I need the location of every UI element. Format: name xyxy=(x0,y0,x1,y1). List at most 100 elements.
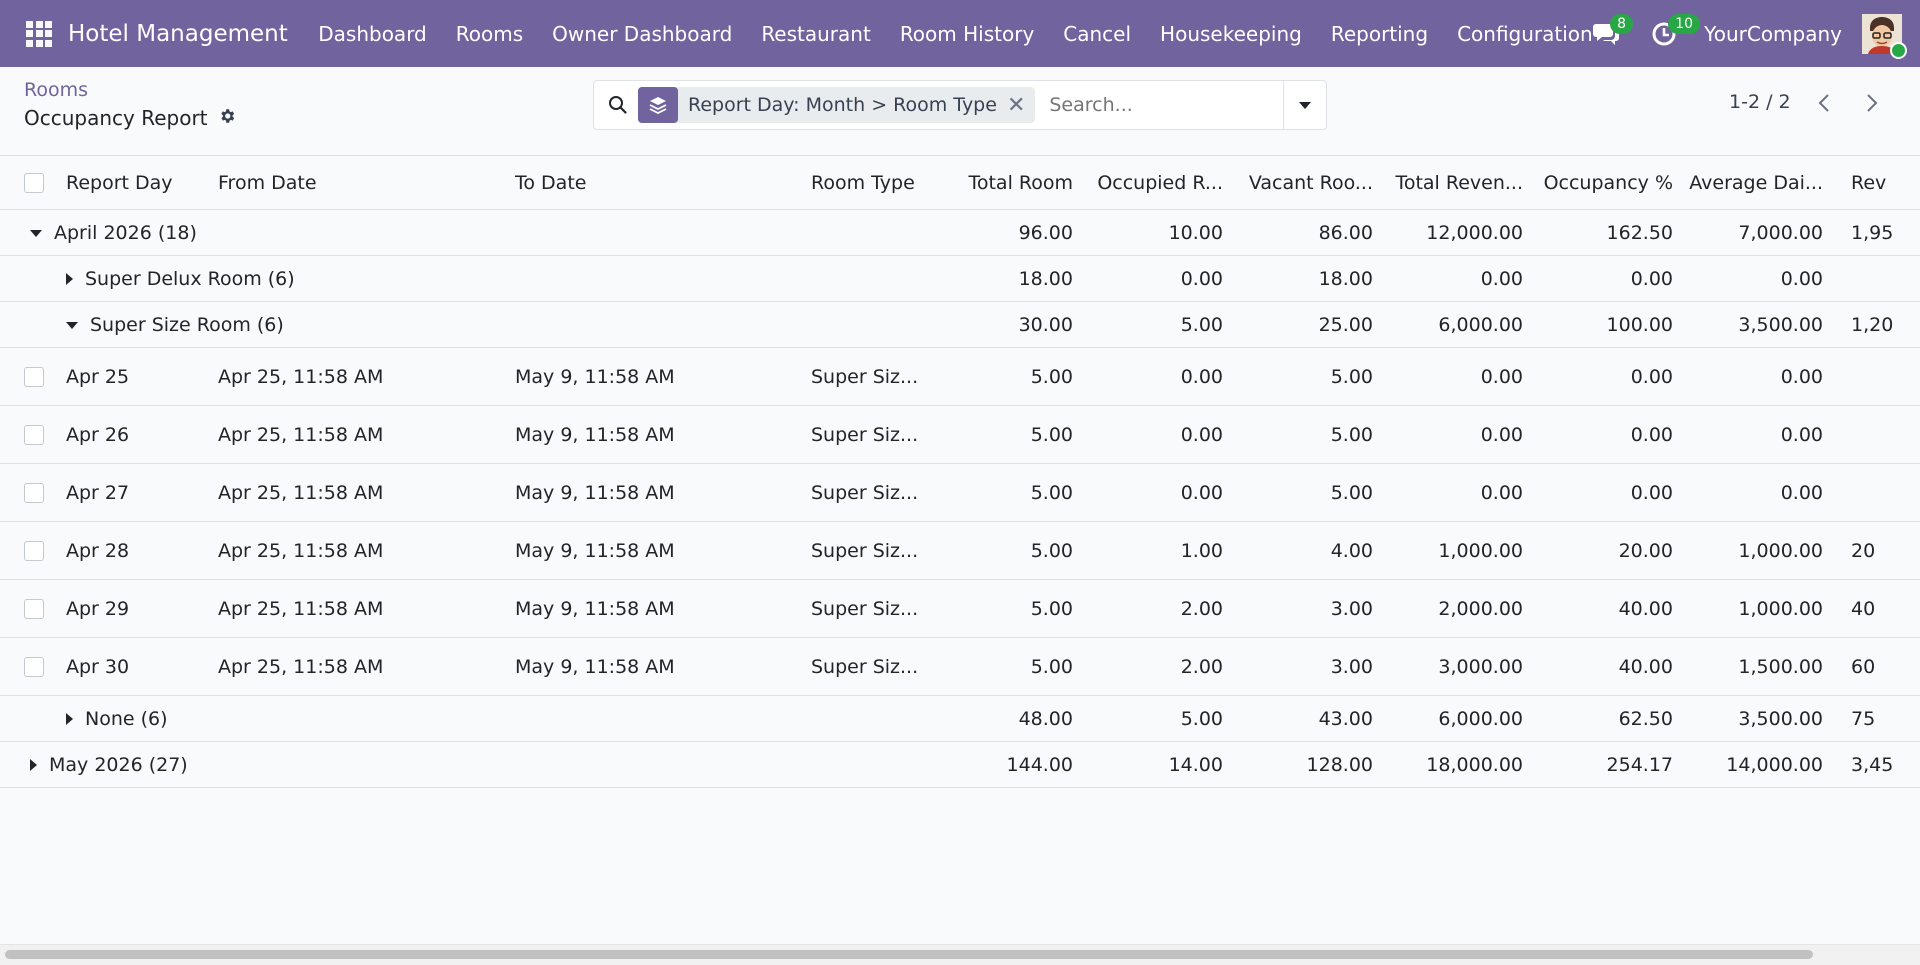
table-cell: 40.00 xyxy=(1537,637,1687,696)
group-row[interactable]: May 2026 (27) 144.00 14.00 128.00 18,000.00 2… xyxy=(0,741,1920,788)
column-header-occupied-rooms[interactable]: Occupied R... xyxy=(1087,156,1237,210)
page-title: Occupancy Report xyxy=(24,106,236,130)
table-cell: 1.00 xyxy=(1087,521,1237,580)
search-options-toggle[interactable] xyxy=(1283,81,1326,129)
table-cell: Apr 25, 11:58 AM xyxy=(218,637,515,696)
activities-icon[interactable]: 10 xyxy=(1646,13,1700,52)
table-cell xyxy=(1837,405,1920,464)
group-aggregate-cell: 18.00 xyxy=(963,255,1087,302)
caret-down-icon[interactable] xyxy=(66,321,78,329)
row-checkbox[interactable] xyxy=(24,657,44,677)
group-aggregate-cell: 18.00 xyxy=(1237,255,1387,302)
menu-housekeeping[interactable]: Housekeeping xyxy=(1146,22,1317,46)
table-cell: 0.00 xyxy=(1087,405,1237,464)
table-cell: Super Siz... xyxy=(811,637,963,696)
search-input[interactable] xyxy=(1047,93,1272,117)
row-checkbox[interactable] xyxy=(24,541,44,561)
column-header-average-daily-rate[interactable]: Average Dai... xyxy=(1687,156,1837,210)
group-aggregate-cell: 3,45 xyxy=(1837,741,1920,788)
table-cell: 5.00 xyxy=(1237,463,1387,522)
group-label: Super Size Room (6) xyxy=(90,313,284,336)
activities-badge: 10 xyxy=(1668,13,1700,34)
row-checkbox[interactable] xyxy=(24,599,44,619)
table-cell: 5.00 xyxy=(1237,405,1387,464)
chevron-right-icon[interactable] xyxy=(1858,89,1886,117)
table-cell: 1,500.00 xyxy=(1687,637,1837,696)
column-header-total-revenue[interactable]: Total Reven... xyxy=(1387,156,1537,210)
column-header-from-date[interactable]: From Date xyxy=(218,156,515,210)
horizontal-scrollbar[interactable] xyxy=(0,944,1920,965)
chevron-left-icon[interactable] xyxy=(1810,89,1838,117)
group-aggregate-cell: 1,20 xyxy=(1837,301,1920,348)
table-row[interactable]: Apr 29 Apr 25, 11:58 AM May 9, 11:58 AM Sup… xyxy=(0,579,1920,638)
gear-icon[interactable] xyxy=(218,106,236,130)
group-aggregate-cell: 96.00 xyxy=(963,209,1087,256)
app-title[interactable]: Hotel Management xyxy=(68,21,288,47)
user-avatar[interactable] xyxy=(1862,13,1907,59)
pager-value[interactable]: 1-2 / 2 xyxy=(1729,91,1791,113)
group-row[interactable]: Super Delux Room (6) 18.00 0.00 18.00 0.00 0.… xyxy=(0,255,1920,302)
column-header-room-type[interactable]: Room Type xyxy=(811,156,963,210)
messages-icon[interactable]: 8 xyxy=(1588,13,1634,52)
group-aggregate-cell: 25.00 xyxy=(1237,301,1387,348)
list-view: Report Day From Date To Date Room Type T… xyxy=(0,156,1920,788)
column-header-vacant-rooms[interactable]: Vacant Roo... xyxy=(1237,156,1387,210)
menu-dashboard[interactable]: Dashboard xyxy=(304,22,442,46)
column-header-to-date[interactable]: To Date xyxy=(515,156,811,210)
group-by-facet[interactable]: Report Day: Month > Room Type ✕ xyxy=(638,87,1036,123)
group-aggregate-cell: 86.00 xyxy=(1237,209,1387,256)
scrollbar-thumb[interactable] xyxy=(5,950,1813,959)
row-checkbox[interactable] xyxy=(24,483,44,503)
table-cell: 1,000.00 xyxy=(1687,521,1837,580)
table-cell: 0.00 xyxy=(1537,347,1687,406)
menu-cancel[interactable]: Cancel xyxy=(1049,22,1146,46)
group-row[interactable]: April 2026 (18) 96.00 10.00 86.00 12,000.00 1… xyxy=(0,209,1920,256)
menu-restaurant[interactable]: Restaurant xyxy=(747,22,886,46)
table-cell: Apr 29 xyxy=(66,579,218,638)
menu-rooms[interactable]: Rooms xyxy=(441,22,537,46)
table-cell: Super Siz... xyxy=(811,347,963,406)
table-cell: 20.00 xyxy=(1537,521,1687,580)
breadcrumb[interactable]: Rooms xyxy=(24,79,88,101)
caret-down-icon[interactable] xyxy=(30,229,42,237)
group-aggregate-cell: 10.00 xyxy=(1087,209,1237,256)
table-header-row: Report Day From Date To Date Room Type T… xyxy=(0,156,1920,210)
group-aggregate-cell: 43.00 xyxy=(1237,695,1387,742)
table-row[interactable]: Apr 27 Apr 25, 11:58 AM May 9, 11:58 AM Sup… xyxy=(0,463,1920,522)
caret-right-icon[interactable] xyxy=(66,713,73,725)
group-aggregate-cell: 0.00 xyxy=(1387,255,1537,302)
row-checkbox[interactable] xyxy=(24,367,44,387)
table-cell xyxy=(1837,347,1920,406)
search-icon[interactable] xyxy=(608,95,628,115)
table-row[interactable]: Apr 26 Apr 25, 11:58 AM May 9, 11:58 AM Sup… xyxy=(0,405,1920,464)
menu-owner-dashboard[interactable]: Owner Dashboard xyxy=(538,22,747,46)
apps-menu-icon[interactable] xyxy=(26,20,52,47)
group-aggregate-cell: 30.00 xyxy=(963,301,1087,348)
table-row[interactable]: Apr 30 Apr 25, 11:58 AM May 9, 11:58 AM Sup… xyxy=(0,637,1920,696)
row-select-cell xyxy=(0,463,66,522)
group-label-cell: April 2026 (18) xyxy=(0,209,963,256)
row-checkbox[interactable] xyxy=(24,425,44,445)
table-cell: 4.00 xyxy=(1237,521,1387,580)
group-aggregate-cell: 5.00 xyxy=(1087,695,1237,742)
group-row[interactable]: None (6) 48.00 5.00 43.00 6,000.00 62.50 3,500… xyxy=(0,695,1920,742)
column-header-occupancy[interactable]: Occupancy % xyxy=(1537,156,1687,210)
caret-right-icon[interactable] xyxy=(30,759,37,771)
select-all-checkbox[interactable] xyxy=(24,173,44,193)
company-switcher[interactable]: YourCompany xyxy=(1704,22,1842,46)
close-icon[interactable]: ✕ xyxy=(1007,93,1035,118)
group-aggregate-cell: 7,000.00 xyxy=(1687,209,1837,256)
group-row[interactable]: Super Size Room (6) 30.00 5.00 25.00 6,000.0… xyxy=(0,301,1920,348)
table-row[interactable]: Apr 25 Apr 25, 11:58 AM May 9, 11:58 AM Sup… xyxy=(0,347,1920,406)
menu-configuration[interactable]: Configuration xyxy=(1443,22,1608,46)
control-panel: Rooms Occupancy Report Report Day: Month… xyxy=(0,67,1920,156)
menu-reporting[interactable]: Reporting xyxy=(1316,22,1442,46)
column-header-total-room[interactable]: Total Room xyxy=(963,156,1087,210)
column-header-rev[interactable]: Rev xyxy=(1837,156,1920,210)
column-header-report-day[interactable]: Report Day xyxy=(66,156,218,210)
caret-right-icon[interactable] xyxy=(66,273,73,285)
menu-room-history[interactable]: Room History xyxy=(885,22,1048,46)
table-cell: 0.00 xyxy=(1537,405,1687,464)
table-cell: 2,000.00 xyxy=(1387,579,1537,638)
table-row[interactable]: Apr 28 Apr 25, 11:58 AM May 9, 11:58 AM Sup… xyxy=(0,521,1920,580)
